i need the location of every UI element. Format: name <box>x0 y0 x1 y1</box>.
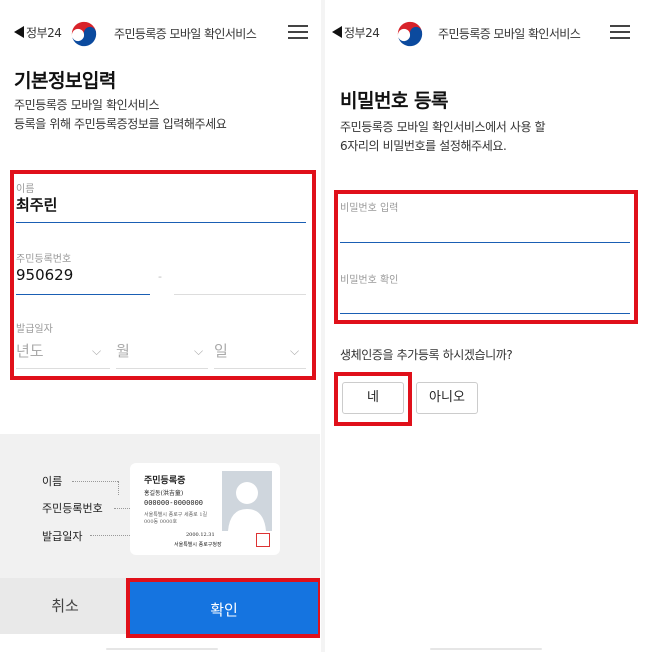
right-screen: 정부24 주민등록증 모바일 확인서비스 비밀번호 등록 주민등록증 모바일 확… <box>326 0 650 652</box>
card-photo <box>222 471 272 531</box>
month-underline <box>116 368 208 369</box>
year-underline <box>16 368 110 369</box>
gov-logo-icon <box>395 19 425 49</box>
back-button[interactable]: 정부24 <box>332 24 380 41</box>
sample-id-card: 주민등록증 홍길동(洪吉童) 000000-0000000 서울특별시 종로구 … <box>130 463 280 555</box>
name-label: 이름 <box>16 184 35 195</box>
name-underline <box>16 222 306 223</box>
service-title: 주민등록증 모바일 확인서비스 <box>114 27 257 41</box>
cancel-button[interactable]: 취소 <box>0 578 130 634</box>
password-confirm-label: 비밀번호 확인 <box>340 275 399 286</box>
home-indicator <box>106 648 218 650</box>
card-address-detail: 000동 0000호 <box>144 519 178 525</box>
card-date: 2000.12.31 <box>186 532 215 538</box>
password-confirm-field[interactable] <box>340 313 630 314</box>
name-field[interactable]: 최주린 <box>16 194 57 215</box>
screen-divider <box>321 0 325 652</box>
service-title: 주민등록증 모바일 확인서비스 <box>438 27 581 41</box>
hamburger-menu-icon[interactable] <box>610 25 630 41</box>
back-button[interactable]: 정부24 <box>14 24 62 41</box>
left-screen: 정부24 주민등록증 모바일 확인서비스 기본정보입력 주민등록증 모바일 확인… <box>0 0 320 652</box>
person-silhouette-icon <box>228 482 266 531</box>
confirm-button[interactable]: 확인 <box>126 578 320 638</box>
card-issuer: 서울특별시 종로구청장 <box>174 542 222 548</box>
guide-line <box>72 481 118 482</box>
hamburger-menu-icon[interactable] <box>288 25 308 41</box>
guide-line <box>118 481 119 495</box>
yes-button[interactable]: 네 <box>342 382 404 414</box>
rrn-separator: - <box>158 270 162 283</box>
id-card-example: 이름 주민등록번호 발급일자 주민등록증 홍길동(洪吉童) 000000-000… <box>0 434 320 578</box>
rrn-back-field[interactable] <box>174 294 306 295</box>
gov-logo-icon <box>69 19 99 49</box>
top-bar: 정부24 주민등록증 모바일 확인서비스 <box>0 14 320 54</box>
password-field[interactable] <box>340 242 630 243</box>
rrn-front-field[interactable]: 950629 <box>16 266 73 284</box>
issue-date-label: 발급일자 <box>16 324 53 335</box>
card-title: 주민등록증 <box>144 476 186 486</box>
card-address: 서울특별시 종로구 세종로 1길 <box>144 512 208 518</box>
page-title: 비밀번호 등록 <box>340 90 449 112</box>
top-bar: 정부24 주민등록증 모바일 확인서비스 <box>326 14 650 54</box>
example-name-label: 이름 <box>42 475 63 488</box>
example-rrn-label: 주민등록번호 <box>42 502 103 515</box>
biometric-question: 생체인증을 추가등록 하시겠습니까? <box>340 348 513 362</box>
example-issue-label: 발급일자 <box>42 530 83 543</box>
day-underline <box>214 368 306 369</box>
page-description: 주민등록증 모바일 확인서비스 등록을 위해 주민등록증정보를 입력해주세요 <box>14 98 227 131</box>
password-label: 비밀번호 입력 <box>340 203 399 214</box>
rrn-label: 주민등록번호 <box>16 254 72 265</box>
stamp-icon <box>256 533 270 547</box>
card-name: 홍길동(洪吉童) <box>144 490 184 497</box>
back-arrow-icon <box>14 26 24 38</box>
month-select[interactable]: 월 <box>116 340 130 361</box>
page-title: 기본정보입력 <box>14 70 116 92</box>
page-description: 주민등록증 모바일 확인서비스에서 사용 할 6자리의 비밀번호를 설정해주세요… <box>340 120 546 153</box>
rrn-front-underline <box>16 294 150 295</box>
back-arrow-icon <box>332 26 342 38</box>
card-number: 000000-0000000 <box>144 499 204 507</box>
chevron-down-icon: ⌵ <box>92 344 102 358</box>
year-select[interactable]: 년도 <box>16 340 44 361</box>
home-indicator <box>430 648 542 650</box>
chevron-down-icon: ⌵ <box>194 344 204 358</box>
day-select[interactable]: 일 <box>214 340 228 361</box>
no-button[interactable]: 아니오 <box>416 382 478 414</box>
chevron-down-icon: ⌵ <box>290 344 300 358</box>
